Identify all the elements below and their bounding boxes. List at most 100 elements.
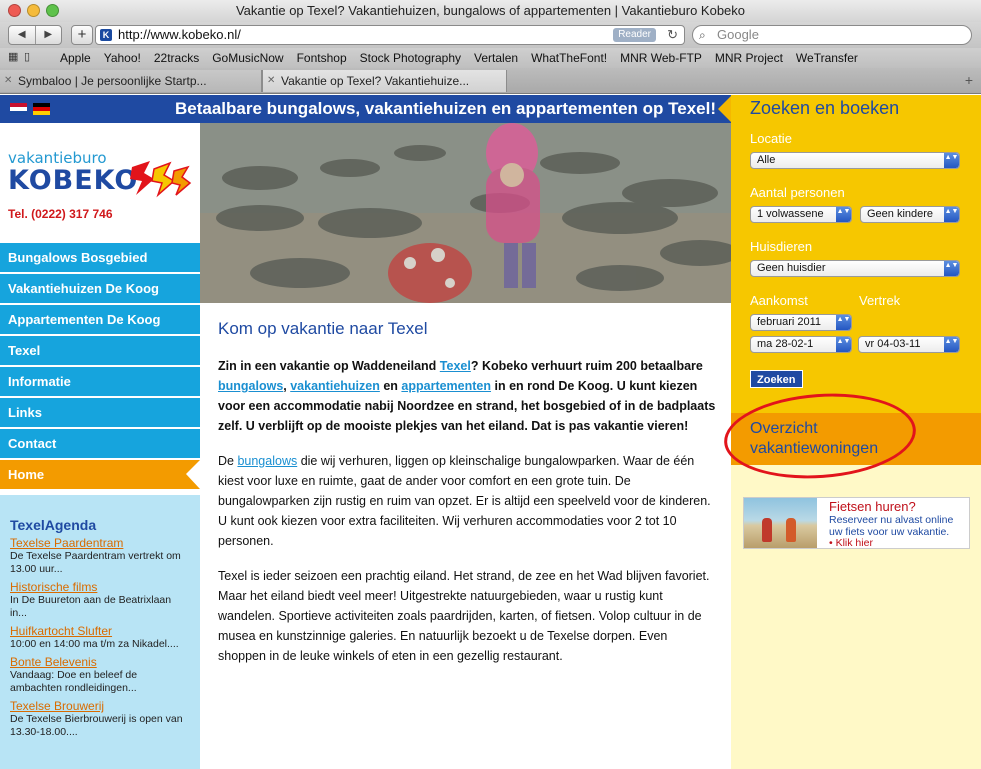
active-notch-icon — [186, 460, 200, 489]
tab-bar: ✕ Symbaloo | Je persoonlijke Startp... ✕… — [0, 68, 981, 94]
nav-buttons: ◀ ▶ — [8, 25, 62, 45]
bookmark-item[interactable]: MNR Web-FTP — [620, 48, 702, 68]
vertrek-value: vr 04-03-11 — [865, 338, 921, 350]
chevron-updown-icon: ▲▼ — [944, 261, 959, 276]
nav-item-informatie[interactable]: Informatie — [0, 367, 200, 396]
bookmark-item[interactable]: WeTransfer — [796, 48, 858, 68]
bungalows-link[interactable]: bungalows — [218, 379, 283, 393]
volwassenen-select[interactable]: 1 volwassene ▲▼ — [750, 206, 852, 223]
bookmark-item[interactable]: 22tracks — [154, 48, 199, 68]
nav-item-texel[interactable]: Texel — [0, 336, 200, 365]
texel-link[interactable]: Texel — [440, 359, 471, 373]
agenda-item-desc: De Texelse Bierbrouwerij is open van 13.… — [10, 713, 183, 738]
aankomst-select[interactable]: ma 28-02-1 ▲▼ — [750, 336, 852, 353]
tab-label: Vakantie op Texel? Vakantiehuize... — [281, 74, 470, 88]
hero-image — [200, 123, 731, 303]
appartementen-link[interactable]: appartementen — [401, 379, 491, 393]
logo-text-big: KOBEKO — [8, 165, 139, 196]
cyclist-icon — [762, 518, 772, 542]
bookmark-item[interactable]: Fontshop — [297, 48, 347, 68]
bungalows-inline-link[interactable]: bungalows — [237, 454, 297, 468]
nav-item-home[interactable]: Home — [0, 460, 200, 489]
add-bookmark-button[interactable]: + — [71, 25, 93, 45]
address-bar[interactable]: K http://www.kobeko.nl/ Reader ↻ — [95, 25, 685, 45]
para-text: die wij verhuren, liggen op kleinschalig… — [218, 454, 711, 548]
top-sites-icon[interactable]: ▦ — [8, 52, 18, 63]
zoeken-button[interactable]: Zoeken — [750, 370, 803, 388]
tab-symbaloo[interactable]: ✕ Symbaloo | Je persoonlijke Startp... — [0, 70, 262, 92]
bookmark-item[interactable]: WhatTheFont! — [531, 48, 607, 68]
forward-icon[interactable]: ▶ — [36, 26, 62, 44]
huisdieren-select[interactable]: Geen huisdier ▲▼ — [750, 260, 960, 277]
fietsen-klik-hier-link[interactable]: • Klik hier — [829, 537, 873, 549]
german-flag-icon[interactable] — [33, 103, 50, 115]
tab-label: Symbaloo | Je persoonlijke Startp... — [18, 74, 207, 88]
fietsen-desc: Reserveer nu alvast online uw fiets voor… — [829, 514, 954, 538]
search-panel-title: Zoeken en boeken — [750, 98, 900, 118]
intro-text: Zin in een vakantie op Waddeneiland — [218, 359, 440, 373]
maand-value: februari 2011 — [757, 316, 822, 328]
agenda-item: Huifkartocht Slufter 10:00 en 14:00 ma t… — [10, 624, 190, 651]
nav-item-appartementen-de-koog[interactable]: Appartementen De Koog — [0, 305, 200, 334]
chevron-updown-icon: ▲▼ — [944, 153, 959, 168]
locatie-select[interactable]: Alle ▲▼ — [750, 152, 960, 169]
agenda-item: Texelse Paardentram De Texelse Paardentr… — [10, 536, 190, 576]
kinderen-value: Geen kindere — [867, 208, 934, 220]
bookmark-item[interactable]: Stock Photography — [360, 48, 461, 68]
kinderen-select[interactable]: Geen kindere ▲▼ — [860, 206, 960, 223]
new-tab-icon[interactable]: + — [965, 72, 973, 88]
intro-text: en — [379, 379, 402, 393]
agenda-item-desc: In De Buureton aan de Beatrixlaan in... — [10, 594, 172, 619]
agenda-item-link[interactable]: Bonte Belevenis — [10, 655, 190, 669]
reading-list-icon[interactable]: ▯ — [24, 52, 30, 63]
nav-item-contact[interactable]: Contact — [0, 429, 200, 458]
zoom-window-button[interactable] — [46, 4, 59, 17]
nav-item-vakantiehuizen-de-koog[interactable]: Vakantiehuizen De Koog — [0, 274, 200, 303]
close-tab-icon[interactable]: ✕ — [267, 70, 275, 92]
huisdieren-label: Huisdieren — [750, 239, 813, 254]
vertrek-select[interactable]: vr 04-03-11 ▲▼ — [858, 336, 960, 353]
bookmark-item[interactable]: Vertalen — [474, 48, 518, 68]
agenda-item-link[interactable]: Huifkartocht Slufter — [10, 624, 190, 638]
bookmark-item[interactable]: GoMusicNow — [212, 48, 283, 68]
back-icon[interactable]: ◀ — [9, 26, 36, 44]
maand-select[interactable]: februari 2011 ▲▼ — [750, 314, 852, 331]
agenda-item: Historische films In De Buureton aan de … — [10, 580, 190, 620]
bookmark-item[interactable]: Apple — [60, 48, 91, 68]
bookmark-item[interactable]: MNR Project — [715, 48, 783, 68]
fietsen-title: Fietsen huren? — [829, 499, 916, 514]
agenda-item-link[interactable]: Historische films — [10, 580, 190, 594]
top-banner: Betaalbare bungalows, vakantiehuizen en … — [0, 95, 731, 123]
bookmarks-bar: ▦ ▯ Apple Yahoo! 22tracks GoMusicNow Fon… — [0, 48, 981, 68]
search-placeholder: Google — [717, 27, 759, 42]
agenda-item-link[interactable]: Texelse Brouwerij — [10, 699, 190, 713]
agenda-item-link[interactable]: Texelse Paardentram — [10, 536, 190, 550]
window-title: Vakantie op Texel? Vakantiehuizen, bunga… — [235, 3, 746, 18]
texel-paragraph: Texel is ieder seizoen een prachtig eila… — [218, 569, 710, 663]
reload-icon[interactable]: ↻ — [667, 26, 678, 44]
locatie-label: Locatie — [750, 131, 792, 146]
agenda-item-desc: De Texelse Paardentram vertrekt om 13.00… — [10, 550, 181, 575]
minimize-window-button[interactable] — [27, 4, 40, 17]
dutch-flag-icon[interactable] — [10, 103, 27, 115]
nav-item-bungalows-bosgebied[interactable]: Bungalows Bosgebied — [0, 243, 200, 272]
site-favicon-icon: K — [100, 29, 112, 41]
search-input[interactable]: ⌕ Google — [692, 25, 972, 45]
fietsen-huren-banner[interactable]: Fietsen huren? Reserveer nu alvast onlin… — [743, 497, 970, 549]
close-tab-icon[interactable]: ✕ — [4, 70, 12, 92]
window-controls — [8, 4, 59, 17]
tab-kobeko-active[interactable]: ✕ Vakantie op Texel? Vakantiehuize... — [262, 70, 507, 92]
close-window-button[interactable] — [8, 4, 21, 17]
search-icon: ⌕ — [699, 28, 706, 42]
logo-area[interactable]: vakantieburo KOBEKO Tel. (0222) 317 746 — [0, 123, 200, 243]
nav-item-links[interactable]: Links — [0, 398, 200, 427]
browser-toolbar: ◀ ▶ + K http://www.kobeko.nl/ Reader ↻ ⌕… — [0, 22, 981, 48]
agenda-item: Texelse Brouwerij De Texelse Bierbrouwer… — [10, 699, 190, 739]
personen-label: Aantal personen — [750, 185, 845, 200]
cyclist-icon — [786, 518, 796, 542]
bookmark-item[interactable]: Yahoo! — [104, 48, 141, 68]
reader-button[interactable]: Reader — [613, 28, 656, 42]
main-navigation: Bungalows Bosgebied Vakantiehuizen De Ko… — [0, 243, 200, 491]
vakantiehuizen-link[interactable]: vakantiehuizen — [290, 379, 380, 393]
chevron-updown-icon: ▲▼ — [836, 207, 851, 222]
